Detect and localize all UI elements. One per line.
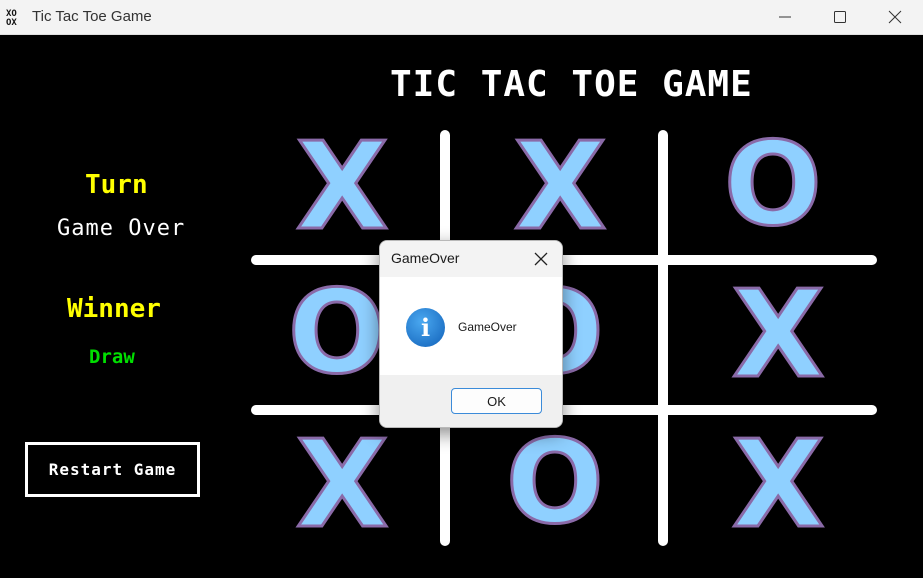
board-cell-0-2[interactable]: O [672,120,882,260]
turn-value: Game Over [57,216,186,241]
info-icon: i [406,308,445,347]
x-mark: X [731,416,827,555]
maximize-button[interactable] [817,0,863,35]
board-cell-1-2[interactable]: X [672,268,882,408]
x-mark: X [513,118,609,257]
x-mark: X [731,266,827,405]
dialog-title: GameOver [391,250,460,266]
app-icon: XO OX [6,8,24,28]
ok-button[interactable]: OK [451,388,542,414]
o-mark: O [723,118,824,252]
winner-label: Winner [67,294,161,324]
turn-label: Turn [85,170,148,200]
board-cell-2-1[interactable]: O [454,418,664,558]
gameover-dialog: GameOver i GameOver OK [379,240,563,428]
o-mark: O [287,266,388,400]
window-title: Tic Tac Toe Game [32,8,152,25]
board-cell-0-0[interactable]: X [236,120,446,260]
board-cell-0-1[interactable]: X [454,120,664,260]
o-mark: O [505,416,606,550]
dialog-close-button[interactable] [530,249,552,269]
board-cell-2-0[interactable]: X [236,418,446,558]
dialog-message: GameOver [458,320,517,334]
minimize-icon [779,16,791,18]
winner-value: Draw [89,346,135,368]
x-mark: X [295,416,391,555]
minimize-button[interactable] [762,0,808,35]
restart-game-button[interactable]: Restart Game [25,442,200,497]
window-titlebar: XO OX Tic Tac Toe Game [0,0,923,35]
maximize-icon [834,11,846,23]
x-mark: X [295,118,391,257]
close-icon [534,252,548,266]
board-cell-2-2[interactable]: X [672,418,882,558]
close-icon [888,10,902,24]
dialog-header: GameOver [380,241,562,277]
close-window-button[interactable] [872,0,918,35]
game-title: TIC TAC TOE GAME [390,64,753,105]
svg-text:OX: OX [6,18,17,26]
dialog-footer: OK [380,375,562,427]
